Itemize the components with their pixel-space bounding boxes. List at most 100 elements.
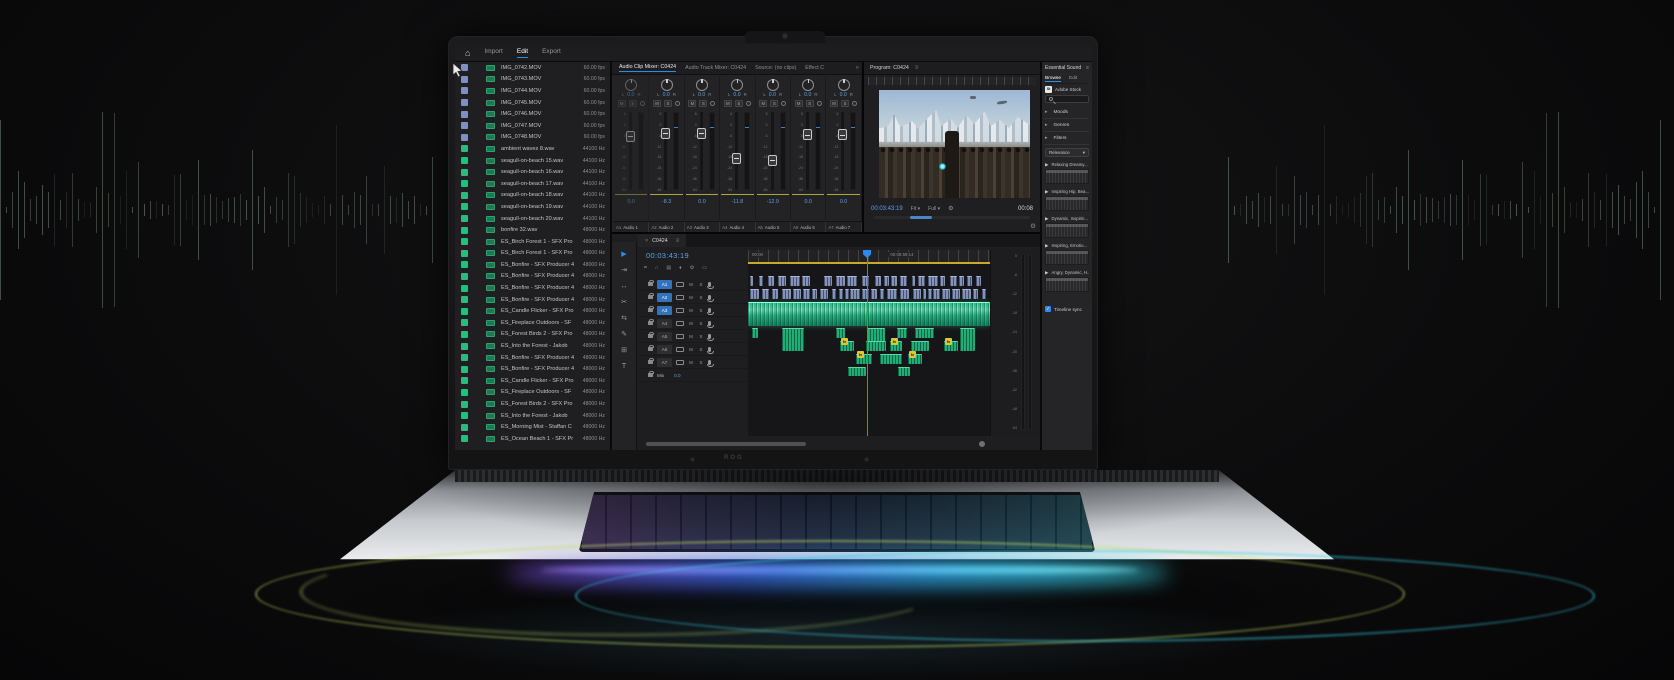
- home-icon[interactable]: ⌂: [465, 48, 470, 58]
- voiceover-mic-icon[interactable]: [708, 308, 711, 313]
- play-icon[interactable]: ▶: [1045, 243, 1048, 249]
- project-row[interactable]: ES_Ocean Beach 1 - SFX Pr48000 Hz: [455, 433, 610, 445]
- type-tool[interactable]: T: [622, 362, 626, 371]
- solo-button[interactable]: S: [735, 100, 743, 107]
- mixer-track-name[interactable]: A7Audio 7: [826, 222, 861, 232]
- timeline-clip[interactable]: [915, 328, 935, 338]
- timeline-clip[interactable]: [782, 328, 805, 351]
- project-row[interactable]: IMG_0743.MOV60.00 fps: [455, 74, 610, 86]
- slip-tool[interactable]: ⇆: [621, 314, 627, 323]
- snap-icon[interactable]: ∩: [655, 265, 659, 271]
- mixer-track-name[interactable]: A6Audio 6: [791, 222, 826, 232]
- quality-dropdown[interactable]: Full ▾: [928, 206, 940, 212]
- timeline-clip[interactable]: [962, 289, 971, 299]
- timeline-clip[interactable]: [752, 328, 758, 338]
- project-row[interactable]: IMG_0742.MOV60.00 fps: [455, 62, 610, 74]
- solo-button[interactable]: S: [698, 295, 704, 300]
- project-row[interactable]: ES_Forest Birds 2 - SFX Pro48000 Hz: [455, 398, 610, 410]
- mixer-track-name[interactable]: A4Audio 4: [720, 222, 755, 232]
- timeline-clip[interactable]: [845, 289, 849, 299]
- timeline-clip[interactable]: [911, 341, 929, 351]
- fader-track[interactable]: [771, 112, 774, 190]
- pan-knob[interactable]: [731, 79, 743, 91]
- hand-tool[interactable]: ⊞: [621, 346, 627, 355]
- tab-overflow-icon[interactable]: »: [856, 65, 859, 71]
- timeline-clip[interactable]: [942, 289, 950, 299]
- timeline-clip[interactable]: [973, 289, 979, 299]
- solo-button[interactable]: S: [629, 100, 637, 107]
- timeline-clip[interactable]: [802, 276, 811, 286]
- timeline-clip[interactable]: [759, 276, 764, 286]
- lock-icon[interactable]: [648, 347, 653, 351]
- wrench-icon[interactable]: ⚙: [690, 265, 694, 271]
- timeline-clip[interactable]: [898, 367, 910, 376]
- timeline-clip[interactable]: [884, 276, 890, 286]
- fader-handle[interactable]: [626, 131, 635, 142]
- sync-lock-icon[interactable]: [676, 360, 684, 365]
- razor-tool[interactable]: ✂: [621, 298, 627, 307]
- timeline-clip[interactable]: [976, 276, 981, 286]
- timeline-clip[interactable]: [824, 276, 832, 286]
- timeline-clip[interactable]: [772, 289, 779, 299]
- timeline-clip[interactable]: [820, 289, 829, 299]
- project-row[interactable]: bonfire 32.wav48000 Hz: [455, 224, 610, 236]
- mixer-track-name[interactable]: A3Audio 3: [685, 222, 720, 232]
- pen-tool[interactable]: ✎: [621, 330, 627, 339]
- menu-item-edit[interactable]: Edit: [517, 48, 528, 58]
- program-tab[interactable]: Program: C0424: [870, 65, 909, 71]
- mute-button[interactable]: M: [688, 100, 696, 107]
- checkbox-checked[interactable]: ✓: [1045, 306, 1051, 312]
- voiceover-mic-icon[interactable]: [708, 295, 711, 300]
- project-row[interactable]: ES_Into the Forest - Jakob48000 Hz: [455, 340, 610, 352]
- solo-button[interactable]: S: [841, 100, 849, 107]
- mixer-tab[interactable]: Audio Clip Mixer: C0424: [619, 64, 676, 72]
- timeline-clip[interactable]: [793, 289, 801, 299]
- play-icon[interactable]: ▶: [1045, 270, 1048, 276]
- mixer-track-name[interactable]: A1Audio 1: [614, 222, 649, 232]
- track-header-a6[interactable]: A6MS: [638, 343, 748, 356]
- track-header-a2[interactable]: A2MS: [638, 291, 748, 304]
- track-header-a7[interactable]: A7MS: [638, 356, 748, 369]
- timeline-clip[interactable]: [782, 289, 792, 299]
- timeline-clip[interactable]: [866, 341, 886, 351]
- timeline-clip[interactable]: [928, 289, 932, 299]
- project-row[interactable]: IMG_0747.MOV60.00 fps: [455, 120, 610, 132]
- play-icon[interactable]: ▶: [1045, 189, 1048, 195]
- category-filters[interactable]: ▸Filters: [1045, 132, 1089, 145]
- selection-tool[interactable]: ▶: [621, 250, 626, 259]
- project-row[interactable]: ES_Birch Forest 1 - SFX Pro48000 Hz: [455, 248, 610, 260]
- timeline-clip[interactable]: [768, 276, 774, 286]
- track-badge[interactable]: A1: [657, 280, 672, 289]
- gear-icon[interactable]: ⚙: [1030, 222, 1036, 230]
- search-input[interactable]: [1045, 95, 1089, 103]
- wrench-icon[interactable]: ⚙: [948, 205, 953, 212]
- mute-button[interactable]: M: [795, 100, 803, 107]
- track-badge[interactable]: A7: [657, 358, 672, 367]
- close-icon[interactable]: ×: [645, 238, 648, 244]
- project-row[interactable]: seagull-on-beach 15.wav44100 Hz: [455, 155, 610, 167]
- sequence-settings-icon[interactable]: ⌗: [644, 265, 647, 271]
- voiceover-mic-icon[interactable]: [708, 321, 711, 326]
- tab-edit[interactable]: Edit: [1069, 76, 1077, 81]
- project-row[interactable]: ES_Fireplace Outdoors - SF48000 Hz: [455, 317, 610, 329]
- solo-button[interactable]: S: [699, 100, 707, 107]
- track-badge[interactable]: A3: [657, 306, 672, 315]
- timeline-clip[interactable]: [762, 289, 769, 299]
- project-row[interactable]: IMG_0748.MOV60.00 fps: [455, 132, 610, 144]
- pan-knob[interactable]: [767, 79, 779, 91]
- timeline-clip[interactable]: [862, 276, 870, 286]
- stock-audio-item[interactable]: ▶Inspiring Hip, Bea...: [1045, 187, 1089, 211]
- pan-knob[interactable]: [625, 79, 637, 91]
- solo-button[interactable]: S: [698, 321, 704, 326]
- track-badge[interactable]: A2: [657, 293, 672, 302]
- timeline-clip[interactable]: [967, 276, 973, 286]
- lock-icon[interactable]: [648, 334, 653, 338]
- solo-button[interactable]: S: [698, 347, 704, 352]
- project-row[interactable]: ES_Birch Forest 1 - SFX Pro48000 Hz: [455, 236, 610, 248]
- mute-button[interactable]: M: [688, 321, 694, 326]
- pan-knob[interactable]: [661, 79, 673, 91]
- fader-handle[interactable]: [732, 153, 741, 164]
- sync-lock-icon[interactable]: [676, 334, 684, 339]
- project-row[interactable]: ES_Morning Mist - Staffan C48000 Hz: [455, 421, 610, 433]
- timeline-clip[interactable]: [982, 289, 986, 299]
